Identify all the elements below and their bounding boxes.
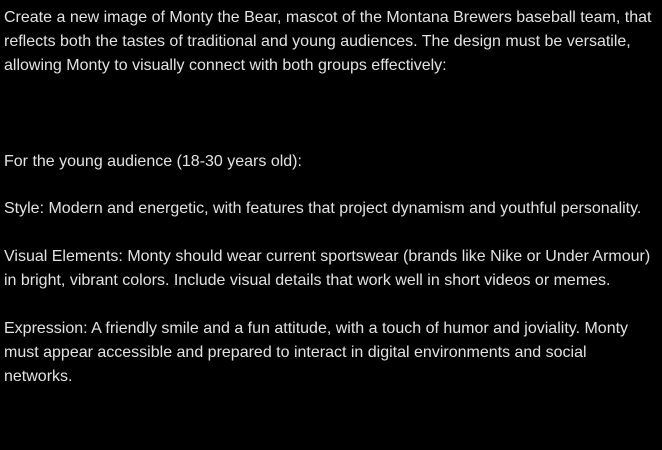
visual-elements-paragraph: Visual Elements: Monty should wear curre… — [4, 248, 651, 289]
prompt-message: Create a new image of Monty the Bear, ma… — [4, 6, 658, 389]
style-paragraph: Style: Modern and energetic, with featur… — [4, 200, 642, 217]
intro-paragraph: Create a new image of Monty the Bear, ma… — [4, 9, 652, 74]
young-audience-heading: For the young audience (18-30 years old)… — [4, 153, 302, 170]
expression-paragraph: Expression: A friendly smile and a fun a… — [4, 320, 629, 385]
